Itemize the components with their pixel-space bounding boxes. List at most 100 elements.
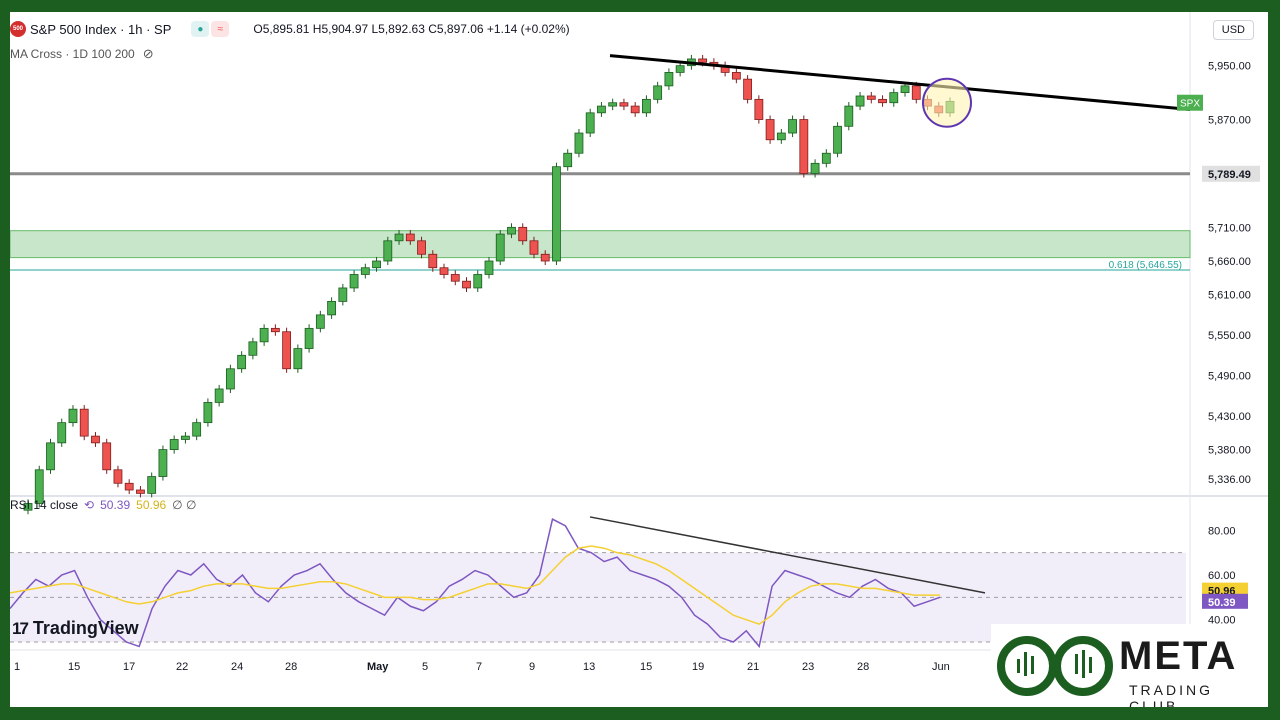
highlight-circle	[922, 77, 972, 128]
time-tick-label: 28	[285, 661, 297, 673]
candle-body	[136, 489, 145, 494]
candle-body	[338, 287, 348, 302]
candle-body	[664, 72, 674, 87]
candle-body	[428, 253, 438, 269]
symbol-title[interactable]: S&P 500 Index · 1h · SP	[30, 22, 171, 37]
spx-tag-label: SPX	[1180, 99, 1200, 110]
candle-body	[327, 301, 336, 316]
price-tick-label: 5,710.00	[1208, 222, 1251, 234]
ohlc-readout: O5,895.81 H5,904.97 L5,892.63 C5,897.06 …	[253, 22, 570, 36]
time-tick-label: 5	[422, 661, 428, 673]
meta-logo-icon	[997, 636, 1113, 696]
candle-body	[788, 119, 797, 134]
price-tick-label: 5,380.00	[1208, 445, 1251, 457]
candle-body	[765, 119, 775, 141]
candle-body	[91, 435, 100, 444]
price-tick-label: 5,336.00	[1208, 474, 1251, 486]
candle-body	[900, 85, 910, 94]
candle-body	[147, 476, 157, 494]
time-tick-label: 17	[123, 661, 135, 673]
candle-body	[270, 327, 280, 333]
tradingview-text: TradingView	[32, 618, 139, 638]
candle-body	[630, 105, 640, 114]
tradingview-watermark: 17 TradingView	[12, 618, 139, 639]
chart-header: 500 S&P 500 Index · 1h · SP ● ≈ O5,895.8…	[10, 18, 570, 40]
candle-body	[282, 331, 292, 370]
candle-body	[743, 78, 753, 100]
candle-body	[754, 98, 764, 120]
time-tick-label: 23	[802, 661, 814, 673]
candle-body	[698, 58, 708, 63]
candle-body	[203, 402, 213, 424]
candle-body	[46, 442, 55, 471]
trading-club-text: TRADING CLUB	[1129, 682, 1213, 707]
candle-body	[79, 408, 89, 437]
candle-body	[675, 65, 685, 73]
price-tick-label: 5,610.00	[1208, 290, 1251, 302]
price-tick-label: 5,490.00	[1208, 371, 1251, 383]
candle-body	[372, 260, 381, 269]
settings-icon[interactable]: ⟲	[84, 498, 94, 512]
candle-body	[158, 449, 168, 477]
candle-body	[597, 105, 606, 114]
rsi-value-badge-label: 50.39	[1208, 597, 1236, 609]
candle-body	[507, 226, 516, 235]
candle-body	[552, 166, 561, 262]
rsi-legend: RSI 14 close ⟲ 50.39 50.96 ∅ ∅	[10, 498, 196, 512]
time-tick-label: 21	[747, 661, 759, 673]
candle-body	[484, 260, 494, 275]
price-tick-label: 5,430.00	[1208, 411, 1251, 423]
time-tick-label: 24	[231, 661, 243, 673]
fib-level-label: 0.618 (5,646.55)	[1109, 260, 1182, 271]
candle-body	[124, 482, 134, 491]
candle-body	[192, 422, 202, 437]
candle-body	[349, 274, 359, 289]
candle-body	[293, 348, 303, 370]
price-tick-label: 5,870.00	[1208, 115, 1251, 127]
candle-body	[731, 72, 741, 80]
candle-body	[608, 102, 618, 107]
candle-body	[57, 422, 67, 444]
rsi-ma-value: 50.96	[136, 498, 167, 512]
time-tick-label: May	[367, 661, 389, 673]
meta-brand-text: META	[1119, 634, 1238, 678]
symbol-badge: 500	[10, 21, 26, 37]
currency-select[interactable]: USD	[1212, 20, 1254, 40]
time-tick-label: Jun	[932, 661, 950, 673]
price-tick-label: 5,660.00	[1208, 256, 1251, 268]
candle-body	[866, 95, 876, 100]
price-tick-label: 5,550.00	[1208, 330, 1251, 342]
candle-body	[799, 119, 809, 174]
candle-body	[473, 274, 483, 289]
chart-frame: 0.618 (5,646.55) 5,950.00 5,870.00 5,789.49…	[10, 12, 1268, 707]
candle-body	[394, 233, 404, 242]
status-pills: ● ≈	[191, 21, 230, 37]
price-tick-label: 5,950.00	[1208, 61, 1251, 73]
indicator-label[interactable]: MA Cross · 1D 100 200	[10, 47, 135, 61]
candle-body	[529, 240, 539, 255]
candle-body	[495, 233, 505, 262]
candle-body	[360, 267, 370, 275]
time-tick-label: 9	[529, 661, 535, 673]
candle-body	[315, 314, 325, 329]
candle-body	[889, 92, 899, 104]
candle-body	[405, 233, 415, 242]
rsi-extra: ∅ ∅	[172, 498, 197, 512]
candle-body	[821, 152, 831, 164]
price-chart[interactable]: 0.618 (5,646.55) 5,950.00 5,870.00 5,789.49…	[10, 12, 1268, 707]
rsi-label[interactable]: RSI 14 close	[10, 498, 78, 512]
delayed-data-icon: ≈	[211, 21, 230, 37]
candle-body	[214, 388, 224, 403]
time-tick-label: 15	[68, 661, 80, 673]
candle-body	[259, 327, 269, 343]
candle-body	[237, 354, 247, 370]
candle-body	[844, 105, 854, 127]
meta-logo: META TRADING CLUB	[991, 624, 1268, 707]
market-open-icon: ●	[191, 21, 210, 37]
eye-off-icon[interactable]: ⊘	[143, 46, 154, 62]
candle-body	[619, 102, 629, 107]
candle-body	[878, 98, 887, 104]
demand-zone	[10, 230, 1191, 259]
candle-body	[102, 442, 112, 471]
candle-body	[833, 125, 842, 154]
